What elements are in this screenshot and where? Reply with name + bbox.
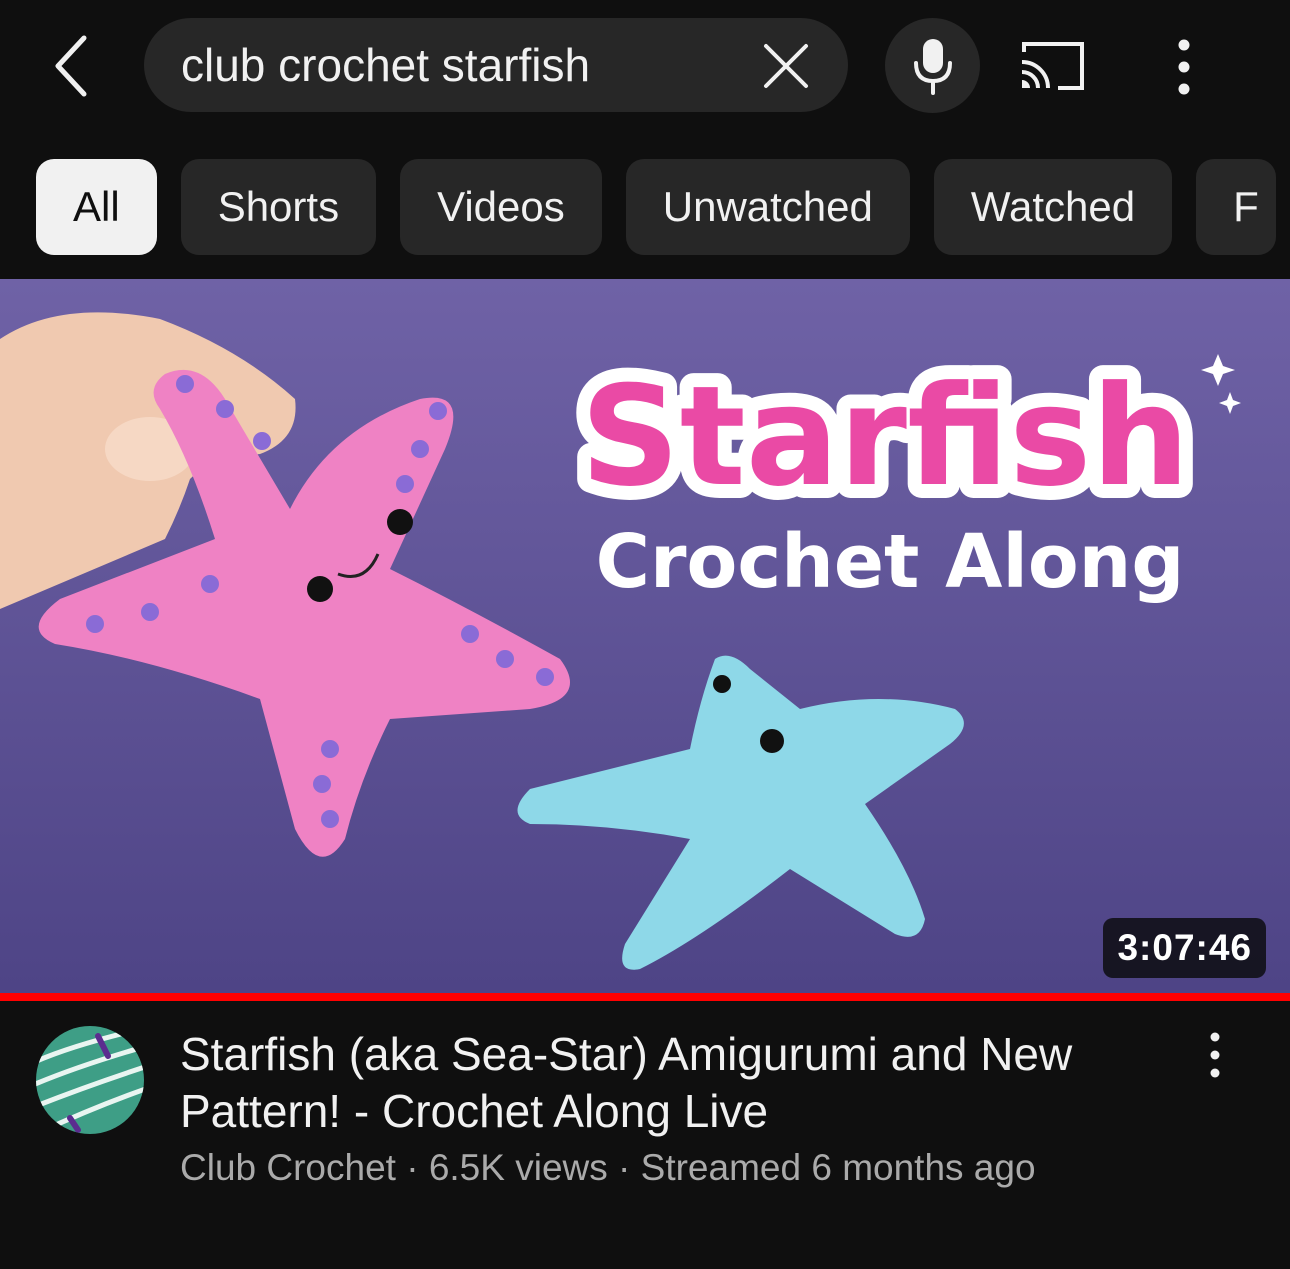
voice-search-button[interactable]: [885, 18, 980, 113]
filter-chip-shorts[interactable]: Shorts: [180, 159, 377, 255]
duration-badge: 3:07:46: [1103, 918, 1266, 978]
search-box[interactable]: club crochet starfish: [144, 18, 848, 112]
filter-chips: All Shorts Videos Unwatched Watched F: [36, 159, 1277, 255]
view-count: 6.5K views: [428, 1147, 608, 1188]
filter-chip-videos[interactable]: Videos: [400, 159, 602, 255]
filter-chip-partial[interactable]: F: [1196, 159, 1277, 255]
meta-separator: ·: [607, 1147, 641, 1188]
video-metadata: Club Crochet · 6.5K views · Streamed 6 m…: [180, 1143, 1036, 1193]
thumbnail-title: Starfish: [580, 356, 1189, 517]
meta-separator: ·: [395, 1147, 429, 1188]
video-thumbnail[interactable]: Starfish Starfish Crochet Along 3:07:46: [0, 279, 1290, 993]
filter-chip-all[interactable]: All: [36, 159, 157, 255]
filter-chip-unwatched[interactable]: Unwatched: [625, 159, 910, 255]
watch-progress-bar: [0, 993, 1290, 1001]
more-vertical-icon[interactable]: [1196, 1030, 1234, 1080]
back-arrow-icon: [55, 35, 87, 97]
search-input[interactable]: club crochet starfish: [181, 18, 590, 112]
close-icon[interactable]: [762, 42, 810, 90]
video-title[interactable]: Starfish (aka Sea-Star) Amigurumi and Ne…: [180, 1026, 1160, 1140]
channel-name[interactable]: Club Crochet: [180, 1147, 396, 1188]
top-bar: club crochet starfish: [0, 0, 1290, 135]
stream-date: Streamed 6 months ago: [640, 1147, 1036, 1188]
microphone-icon: [913, 38, 952, 95]
channel-avatar[interactable]: [36, 1026, 144, 1134]
thumbnail-image: Starfish Starfish Crochet Along: [0, 279, 1290, 993]
thumbnail-subtitle: Crochet Along: [596, 519, 1185, 605]
filter-chip-watched[interactable]: Watched: [933, 159, 1173, 255]
more-vertical-icon[interactable]: [1164, 36, 1204, 98]
cast-icon[interactable]: [1018, 38, 1086, 94]
back-button[interactable]: [40, 28, 104, 104]
watch-progress-fill: [0, 993, 1290, 1001]
